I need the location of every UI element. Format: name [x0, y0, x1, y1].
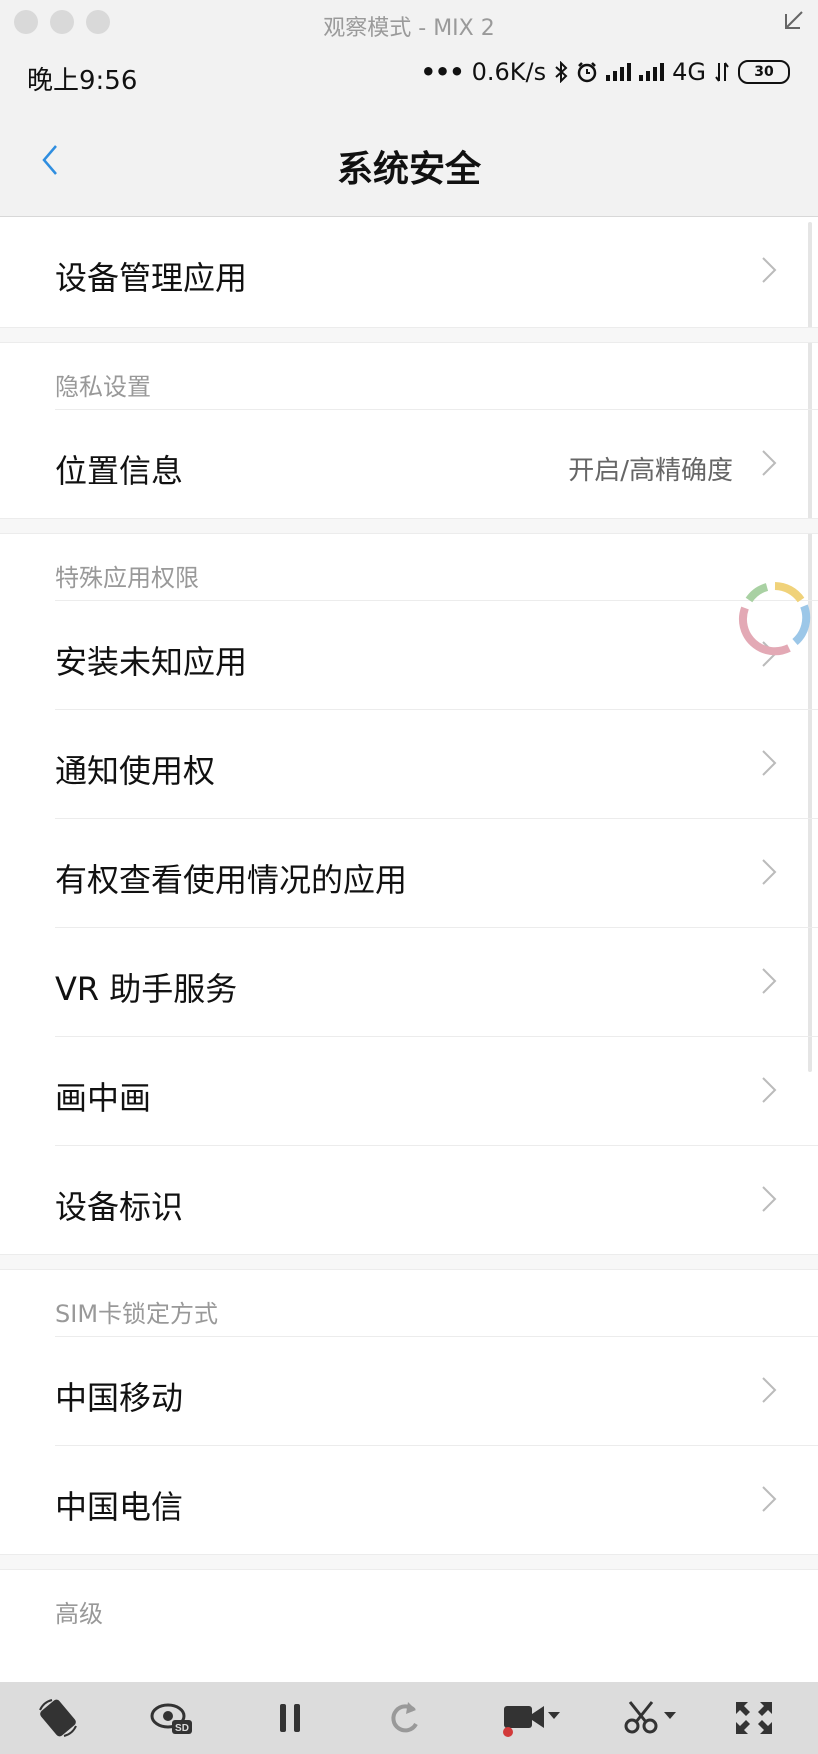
- list-item-location[interactable]: 位置信息 开启/高精确度: [55, 410, 818, 518]
- list-item-label: 位置信息: [55, 452, 184, 490]
- status-indicators: ••• 0.6K/s 4G 30: [421, 58, 790, 86]
- section-divider: [0, 327, 818, 343]
- list-item-label: 有权查看使用情况的应用: [55, 861, 408, 899]
- chevron-right-icon: [762, 1486, 777, 1512]
- list-item-label: 中国电信: [55, 1488, 184, 1526]
- view-sd-icon[interactable]: SD: [150, 1698, 194, 1738]
- chevron-right-icon: [762, 1377, 777, 1403]
- section-header-label: 特殊应用权限: [55, 564, 199, 592]
- list-item-install-unknown-apps[interactable]: 安装未知应用: [55, 601, 818, 710]
- chevron-right-icon: [762, 859, 777, 885]
- location-status-value: 开启/高精确度: [568, 456, 733, 486]
- network-speed: 0.6K/s: [471, 58, 547, 86]
- chevron-right-icon: [762, 450, 777, 476]
- section-divider: [0, 1254, 818, 1270]
- settings-list: 设备管理应用 隐私设置 位置信息 开启/高精确度 特殊应用权限 安装未知应用 通…: [0, 217, 818, 1636]
- section-header-special-permissions: 特殊应用权限: [55, 534, 818, 601]
- list-item-vr-helper[interactable]: VR 助手服务: [55, 928, 818, 1037]
- section-header-label: 隐私设置: [55, 373, 151, 401]
- list-item-notification-access[interactable]: 通知使用权: [55, 710, 818, 819]
- status-time: 晚上9:56: [27, 66, 138, 96]
- loading-spinner-icon: [739, 582, 811, 656]
- more-dots-icon: •••: [420, 58, 465, 86]
- section-header-privacy: 隐私设置: [55, 343, 818, 410]
- chevron-right-icon: [762, 750, 777, 776]
- battery-indicator: 30: [738, 60, 790, 84]
- rotate-icon[interactable]: [36, 1698, 80, 1738]
- signal-2-icon: [639, 63, 665, 81]
- list-item-label: 中国移动: [55, 1379, 184, 1417]
- list-item-label: 设备标识: [55, 1188, 184, 1226]
- list-item-device-admin[interactable]: 设备管理应用: [0, 217, 818, 327]
- bottom-toolbar: SD: [0, 1682, 818, 1754]
- window-titlebar: 观察模式 - MIX 2: [0, 0, 818, 44]
- svg-text:SD: SD: [175, 1723, 189, 1734]
- section-divider: [0, 1554, 818, 1570]
- chevron-right-icon: [762, 968, 777, 994]
- bluetooth-icon: [555, 61, 568, 83]
- record-video-icon[interactable]: [500, 1698, 564, 1738]
- status-bar: 晚上9:56 ••• 0.6K/s 4G 30: [0, 44, 818, 104]
- list-item-china-telecom[interactable]: 中国电信: [55, 1446, 818, 1554]
- chevron-right-icon: [762, 1077, 777, 1103]
- refresh-icon[interactable]: [384, 1698, 428, 1738]
- list-item-label: 通知使用权: [55, 752, 216, 790]
- section-header-label: 高级: [55, 1600, 103, 1628]
- window-title: 观察模式 - MIX 2: [323, 16, 495, 41]
- list-item-label: VR 助手服务: [55, 970, 238, 1008]
- section-header-advanced: 高级: [55, 1570, 818, 1636]
- list-item-device-identifier[interactable]: 设备标识: [55, 1146, 818, 1254]
- chevron-right-icon: [762, 1186, 777, 1212]
- section-divider: [0, 518, 818, 534]
- data-transfer-icon: [715, 62, 729, 82]
- network-type: 4G: [672, 58, 706, 86]
- fullscreen-icon[interactable]: [732, 1698, 776, 1738]
- section-header-sim-lock: SIM卡锁定方式: [55, 1270, 818, 1337]
- signal-1-icon: [606, 63, 632, 81]
- list-item-picture-in-picture[interactable]: 画中画: [55, 1037, 818, 1146]
- pause-icon[interactable]: [268, 1698, 312, 1738]
- alarm-icon: [577, 62, 597, 83]
- list-item-usage-access[interactable]: 有权查看使用情况的应用: [55, 819, 818, 928]
- list-item-label: 安装未知应用: [55, 643, 248, 681]
- list-item-label: 设备管理应用: [55, 259, 248, 297]
- section-header-label: SIM卡锁定方式: [55, 1300, 219, 1328]
- page-title: 系统安全: [336, 149, 481, 190]
- list-item-china-mobile[interactable]: 中国移动: [55, 1337, 818, 1446]
- exit-fullscreen-icon[interactable]: [778, 8, 806, 36]
- navigation-bar: 系统安全: [0, 104, 818, 217]
- cut-icon[interactable]: [622, 1698, 682, 1738]
- list-item-label: 画中画: [55, 1079, 152, 1117]
- chevron-right-icon: [762, 257, 777, 283]
